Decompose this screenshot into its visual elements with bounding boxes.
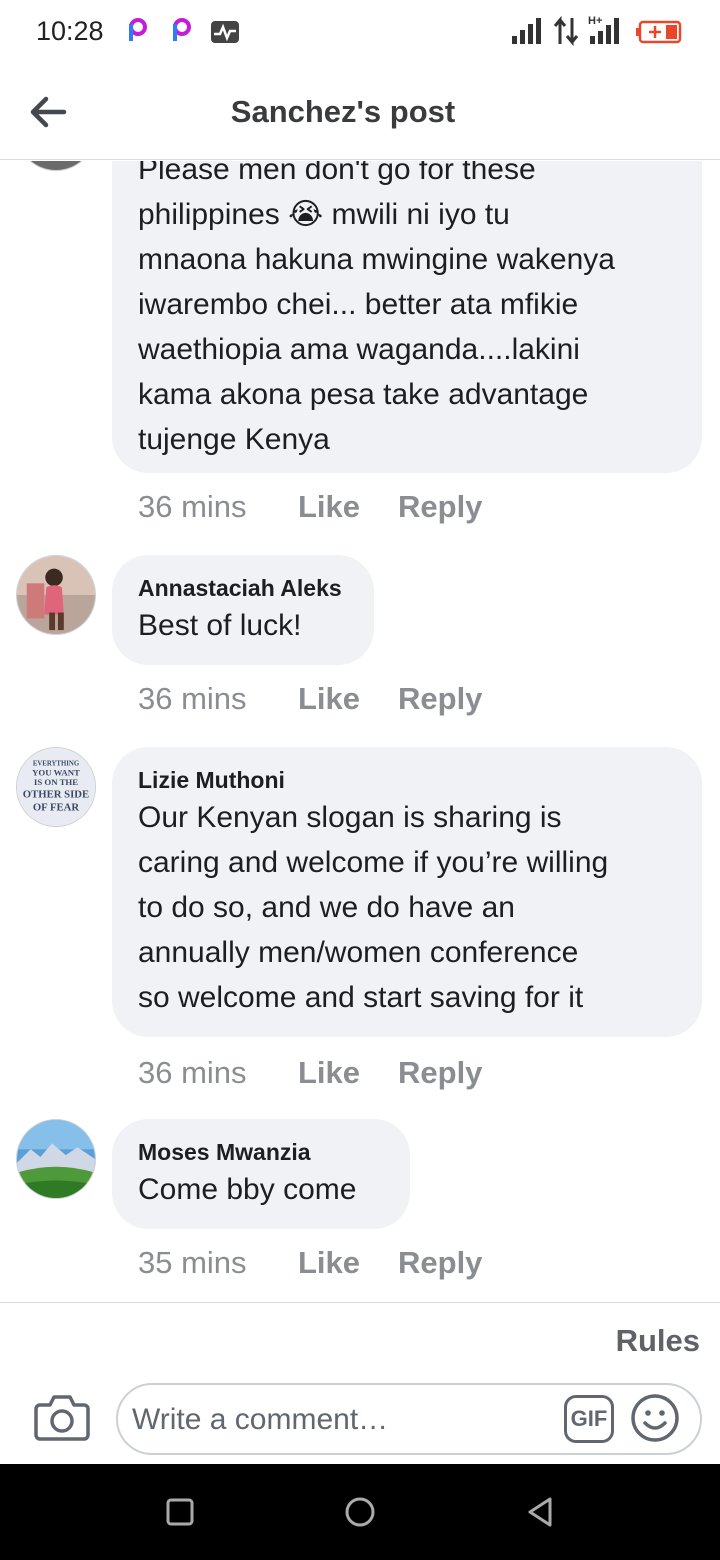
rules-link[interactable]: Rules — [616, 1323, 700, 1359]
signal-hplus-icon: H+ — [588, 15, 619, 44]
avatar[interactable] — [16, 1119, 96, 1199]
svg-text:OTHER SIDE: OTHER SIDE — [23, 789, 89, 801]
comment-text: Our Kenyan slogan is sharing is caring a… — [138, 801, 609, 1014]
comment-time: 36 mins — [138, 681, 247, 716]
commenter-name[interactable]: Lizie Muthoni — [138, 765, 676, 795]
home-icon[interactable] — [340, 1492, 380, 1532]
picsart-icon — [129, 18, 147, 41]
picsart-icon — [173, 18, 191, 41]
avatar[interactable] — [16, 555, 96, 635]
back-icon[interactable] — [520, 1492, 560, 1532]
like-button[interactable]: Like — [298, 1055, 398, 1091]
like-button[interactable]: Like — [298, 681, 398, 717]
comment-placeholder: Write a comment… — [132, 1403, 389, 1436]
like-button[interactable]: Like — [298, 489, 398, 525]
reply-button[interactable]: Reply — [398, 489, 482, 525]
svg-text:IS ON THE: IS ON THE — [34, 777, 78, 787]
comment-time: 36 mins — [138, 1055, 247, 1090]
system-nav-bar — [0, 1464, 720, 1560]
comment-input[interactable]: Write a comment… GIF — [116, 1383, 702, 1455]
commenter-name[interactable]: Moses Mwanzia — [138, 1137, 384, 1167]
comment-text: Best of luck! — [138, 609, 302, 642]
comment-bubble[interactable]: Annastaciah Aleks Best of luck! — [112, 555, 374, 665]
comment-meta: 36 mins Like Reply — [138, 681, 482, 717]
comment-time: 36 mins — [138, 489, 247, 524]
reply-button[interactable]: Reply — [398, 1245, 482, 1281]
data-arrows-icon — [553, 16, 579, 46]
battery-charging-icon — [636, 20, 682, 44]
comment-meta: 36 mins Like Reply — [138, 489, 482, 525]
gif-button[interactable]: GIF — [564, 1395, 614, 1443]
commenter-name[interactable]: Annastaciah Aleks — [138, 573, 348, 603]
emoji-icon[interactable] — [630, 1393, 680, 1443]
reply-button[interactable]: Reply — [398, 1055, 482, 1091]
comment-meta: 36 mins Like Reply — [138, 1055, 482, 1091]
comment-meta: 35 mins Like Reply — [138, 1245, 482, 1281]
comment-text: Come bby come — [138, 1173, 357, 1206]
page-title: Sanchez's post — [230, 94, 456, 129]
svg-text:YOU WANT: YOU WANT — [32, 767, 80, 777]
reply-button[interactable]: Reply — [398, 681, 482, 717]
comment-text: Please men don't go for these philippine… — [138, 161, 615, 456]
recent-apps-icon[interactable] — [160, 1492, 200, 1532]
svg-text:H+: H+ — [588, 15, 602, 27]
comment-bubble[interactable]: Lizie Muthoni Our Kenyan slogan is shari… — [112, 747, 702, 1037]
signal-icon — [512, 18, 541, 44]
activity-icon — [211, 21, 239, 43]
svg-text:OF FEAR: OF FEAR — [33, 801, 80, 813]
avatar[interactable]: EVERYTHING YOU WANT IS ON THE OTHER SIDE… — [16, 747, 96, 827]
like-button[interactable]: Like — [298, 1245, 398, 1281]
comment-bubble[interactable]: Moses Mwanzia Come bby come — [112, 1119, 410, 1229]
camera-icon[interactable] — [34, 1391, 90, 1443]
comments-feed[interactable]: Please men don't go for these philippine… — [0, 161, 720, 1302]
avatar[interactable] — [16, 161, 96, 171]
post-header: Sanchez's post — [0, 64, 720, 160]
comment-bubble[interactable]: Please men don't go for these philippine… — [112, 161, 702, 473]
status-time: 10:28 — [36, 16, 104, 46]
status-bar: 10:28 H+ — [0, 0, 720, 64]
comment-composer: Rules Write a comment… GIF — [0, 1302, 720, 1464]
comment-time: 35 mins — [138, 1245, 247, 1280]
